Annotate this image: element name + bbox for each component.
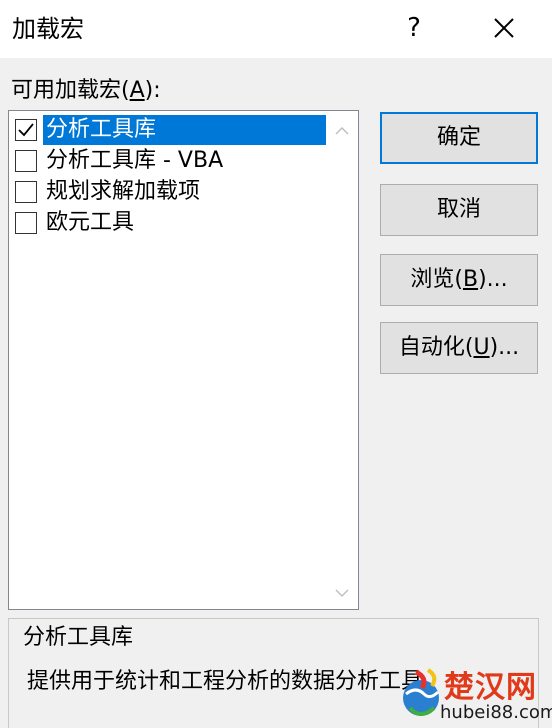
watermark-url: hubei88.com: [440, 702, 552, 723]
close-icon: [494, 18, 514, 38]
checkmark-icon: [18, 123, 34, 137]
list-item-label: 分析工具库: [43, 115, 328, 145]
ok-button[interactable]: 确定: [380, 112, 538, 164]
list-item-solver-addin[interactable]: 规划求解加载项: [11, 177, 203, 207]
checkbox-solver-addin[interactable]: [15, 181, 37, 203]
addins-listbox[interactable]: 分析工具库 分析工具库 - VBA 规划求解加载项 欧元工具: [8, 110, 359, 610]
checkbox-analysis-toolpak-vba[interactable]: [15, 150, 37, 172]
automation-button[interactable]: 自动化(U)...: [380, 322, 538, 374]
watermark-text: 楚汉网: [444, 670, 537, 705]
list-item-label: 分析工具库 - VBA: [46, 148, 224, 173]
list-item-analysis-toolpak-vba[interactable]: 分析工具库 - VBA: [11, 146, 226, 176]
available-addins-label: 可用加载宏(A):: [11, 78, 161, 103]
checkbox-euro-tools[interactable]: [15, 212, 37, 234]
description-title: 分析工具库: [21, 623, 136, 653]
help-button[interactable]: ?: [398, 8, 430, 48]
vertical-scrollbar[interactable]: [326, 111, 358, 609]
title-bar: 加载宏 ?: [0, 0, 552, 58]
checkbox-analysis-toolpak[interactable]: [15, 119, 37, 141]
list-item-label: 规划求解加载项: [46, 179, 201, 204]
chevron-down-icon[interactable]: [334, 585, 350, 601]
list-item-analysis-toolpak[interactable]: 分析工具库: [11, 115, 328, 145]
close-button[interactable]: [486, 10, 522, 46]
list-item-label: 欧元工具: [46, 210, 135, 235]
chevron-up-icon[interactable]: [334, 123, 350, 139]
globe-logo-icon: [403, 668, 440, 716]
dialog-title: 加载宏: [12, 15, 84, 43]
description-text: 提供用于统计和工程分析的数据分析工具: [27, 669, 424, 694]
list-item-euro-tools[interactable]: 欧元工具: [11, 208, 137, 238]
watermark-logo: 楚汉网 hubei88.com: [398, 660, 552, 728]
cancel-button[interactable]: 取消: [380, 184, 538, 236]
browse-button[interactable]: 浏览(B)...: [380, 254, 538, 306]
add-ins-dialog: 加载宏 ? 可用加载宏(A): 分析工具库 分析工具库 - VBA 规划求解加载…: [0, 0, 552, 728]
